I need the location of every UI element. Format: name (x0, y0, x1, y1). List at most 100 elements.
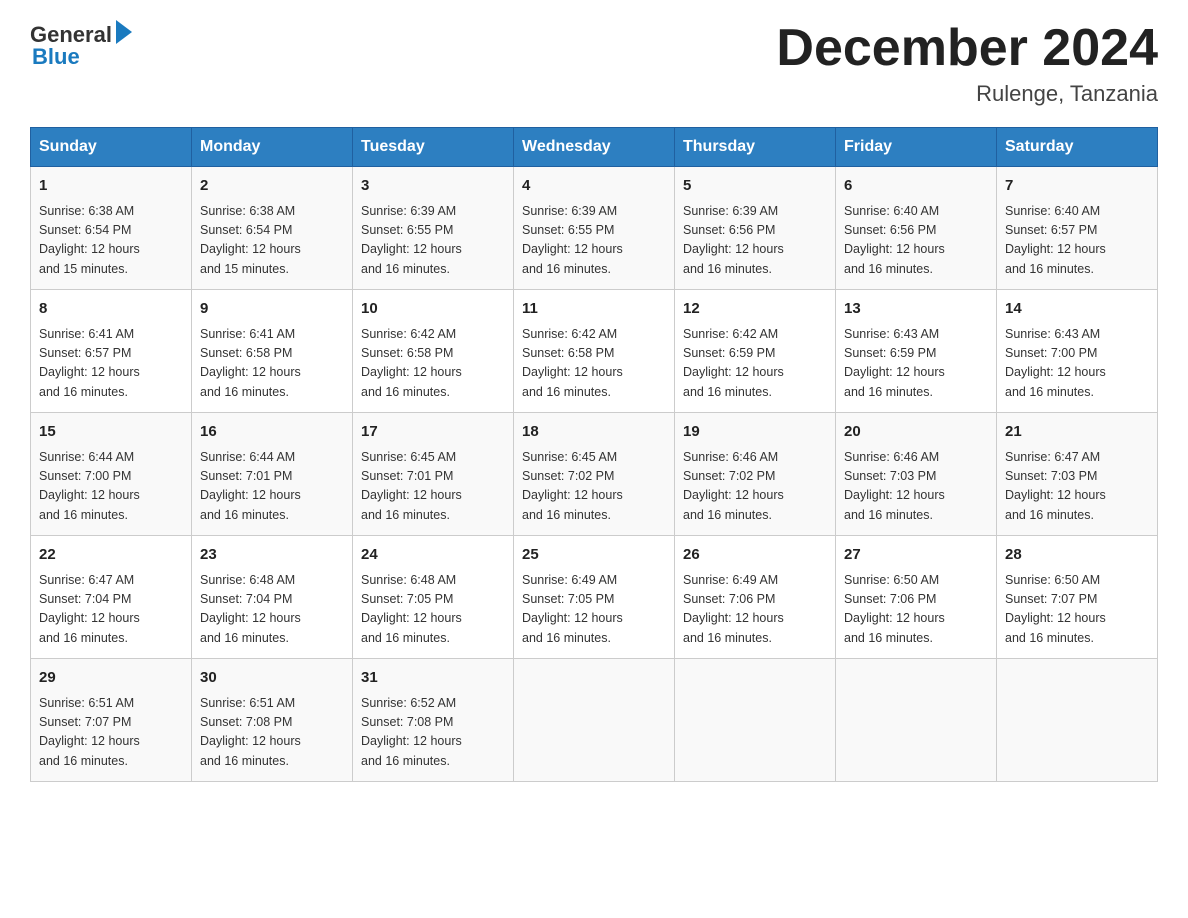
table-row: 6 Sunrise: 6:40 AMSunset: 6:56 PMDayligh… (836, 167, 997, 290)
table-row: 25 Sunrise: 6:49 AMSunset: 7:05 PMDaylig… (514, 536, 675, 659)
col-saturday: Saturday (997, 128, 1158, 167)
table-row (675, 659, 836, 782)
day-info: Sunrise: 6:40 AMSunset: 6:57 PMDaylight:… (1005, 204, 1106, 276)
day-info: Sunrise: 6:50 AMSunset: 7:06 PMDaylight:… (844, 573, 945, 645)
table-row: 3 Sunrise: 6:39 AMSunset: 6:55 PMDayligh… (353, 167, 514, 290)
day-number: 8 (39, 298, 183, 321)
logo-arrow-icon (116, 20, 132, 44)
table-row (514, 659, 675, 782)
calendar-week-row: 29 Sunrise: 6:51 AMSunset: 7:07 PMDaylig… (31, 659, 1158, 782)
logo-group: General Blue (30, 20, 132, 70)
day-number: 17 (361, 421, 505, 444)
day-info: Sunrise: 6:45 AMSunset: 7:02 PMDaylight:… (522, 450, 623, 522)
table-row: 1 Sunrise: 6:38 AMSunset: 6:54 PMDayligh… (31, 167, 192, 290)
table-row: 8 Sunrise: 6:41 AMSunset: 6:57 PMDayligh… (31, 290, 192, 413)
table-row: 17 Sunrise: 6:45 AMSunset: 7:01 PMDaylig… (353, 413, 514, 536)
calendar-header-row: Sunday Monday Tuesday Wednesday Thursday… (31, 128, 1158, 167)
day-info: Sunrise: 6:38 AMSunset: 6:54 PMDaylight:… (200, 204, 301, 276)
day-info: Sunrise: 6:45 AMSunset: 7:01 PMDaylight:… (361, 450, 462, 522)
col-wednesday: Wednesday (514, 128, 675, 167)
day-info: Sunrise: 6:49 AMSunset: 7:06 PMDaylight:… (683, 573, 784, 645)
page-header: General Blue December 2024 Rulenge, Tanz… (30, 20, 1158, 107)
day-number: 10 (361, 298, 505, 321)
table-row: 19 Sunrise: 6:46 AMSunset: 7:02 PMDaylig… (675, 413, 836, 536)
day-info: Sunrise: 6:49 AMSunset: 7:05 PMDaylight:… (522, 573, 623, 645)
day-number: 23 (200, 544, 344, 567)
calendar-table: Sunday Monday Tuesday Wednesday Thursday… (30, 127, 1158, 782)
day-info: Sunrise: 6:40 AMSunset: 6:56 PMDaylight:… (844, 204, 945, 276)
day-number: 29 (39, 667, 183, 690)
location-subtitle: Rulenge, Tanzania (776, 81, 1158, 107)
col-tuesday: Tuesday (353, 128, 514, 167)
table-row: 23 Sunrise: 6:48 AMSunset: 7:04 PMDaylig… (192, 536, 353, 659)
table-row: 4 Sunrise: 6:39 AMSunset: 6:55 PMDayligh… (514, 167, 675, 290)
table-row: 26 Sunrise: 6:49 AMSunset: 7:06 PMDaylig… (675, 536, 836, 659)
table-row (836, 659, 997, 782)
day-info: Sunrise: 6:42 AMSunset: 6:58 PMDaylight:… (361, 327, 462, 399)
table-row: 10 Sunrise: 6:42 AMSunset: 6:58 PMDaylig… (353, 290, 514, 413)
day-number: 5 (683, 175, 827, 198)
day-info: Sunrise: 6:41 AMSunset: 6:57 PMDaylight:… (39, 327, 140, 399)
table-row: 22 Sunrise: 6:47 AMSunset: 7:04 PMDaylig… (31, 536, 192, 659)
col-monday: Monday (192, 128, 353, 167)
logo: General Blue (30, 20, 132, 70)
day-number: 16 (200, 421, 344, 444)
table-row: 28 Sunrise: 6:50 AMSunset: 7:07 PMDaylig… (997, 536, 1158, 659)
day-number: 22 (39, 544, 183, 567)
day-number: 13 (844, 298, 988, 321)
table-row: 11 Sunrise: 6:42 AMSunset: 6:58 PMDaylig… (514, 290, 675, 413)
day-info: Sunrise: 6:38 AMSunset: 6:54 PMDaylight:… (39, 204, 140, 276)
table-row (997, 659, 1158, 782)
table-row: 16 Sunrise: 6:44 AMSunset: 7:01 PMDaylig… (192, 413, 353, 536)
day-info: Sunrise: 6:39 AMSunset: 6:55 PMDaylight:… (522, 204, 623, 276)
calendar-week-row: 15 Sunrise: 6:44 AMSunset: 7:00 PMDaylig… (31, 413, 1158, 536)
day-number: 9 (200, 298, 344, 321)
table-row: 9 Sunrise: 6:41 AMSunset: 6:58 PMDayligh… (192, 290, 353, 413)
day-number: 28 (1005, 544, 1149, 567)
day-number: 4 (522, 175, 666, 198)
table-row: 20 Sunrise: 6:46 AMSunset: 7:03 PMDaylig… (836, 413, 997, 536)
day-info: Sunrise: 6:51 AMSunset: 7:08 PMDaylight:… (200, 696, 301, 768)
day-number: 2 (200, 175, 344, 198)
day-number: 12 (683, 298, 827, 321)
calendar-week-row: 1 Sunrise: 6:38 AMSunset: 6:54 PMDayligh… (31, 167, 1158, 290)
table-row: 24 Sunrise: 6:48 AMSunset: 7:05 PMDaylig… (353, 536, 514, 659)
day-info: Sunrise: 6:42 AMSunset: 6:58 PMDaylight:… (522, 327, 623, 399)
day-info: Sunrise: 6:48 AMSunset: 7:04 PMDaylight:… (200, 573, 301, 645)
day-info: Sunrise: 6:51 AMSunset: 7:07 PMDaylight:… (39, 696, 140, 768)
calendar-title: December 2024 (776, 20, 1158, 77)
col-thursday: Thursday (675, 128, 836, 167)
day-info: Sunrise: 6:50 AMSunset: 7:07 PMDaylight:… (1005, 573, 1106, 645)
table-row: 14 Sunrise: 6:43 AMSunset: 7:00 PMDaylig… (997, 290, 1158, 413)
table-row: 12 Sunrise: 6:42 AMSunset: 6:59 PMDaylig… (675, 290, 836, 413)
day-number: 25 (522, 544, 666, 567)
table-row: 31 Sunrise: 6:52 AMSunset: 7:08 PMDaylig… (353, 659, 514, 782)
day-info: Sunrise: 6:41 AMSunset: 6:58 PMDaylight:… (200, 327, 301, 399)
day-info: Sunrise: 6:44 AMSunset: 7:00 PMDaylight:… (39, 450, 140, 522)
day-number: 21 (1005, 421, 1149, 444)
day-number: 15 (39, 421, 183, 444)
day-number: 24 (361, 544, 505, 567)
col-sunday: Sunday (31, 128, 192, 167)
title-section: December 2024 Rulenge, Tanzania (776, 20, 1158, 107)
table-row: 2 Sunrise: 6:38 AMSunset: 6:54 PMDayligh… (192, 167, 353, 290)
table-row: 29 Sunrise: 6:51 AMSunset: 7:07 PMDaylig… (31, 659, 192, 782)
day-info: Sunrise: 6:48 AMSunset: 7:05 PMDaylight:… (361, 573, 462, 645)
logo-blue-text: Blue (32, 44, 132, 70)
day-info: Sunrise: 6:46 AMSunset: 7:02 PMDaylight:… (683, 450, 784, 522)
day-number: 11 (522, 298, 666, 321)
day-number: 1 (39, 175, 183, 198)
day-info: Sunrise: 6:43 AMSunset: 7:00 PMDaylight:… (1005, 327, 1106, 399)
calendar-week-row: 22 Sunrise: 6:47 AMSunset: 7:04 PMDaylig… (31, 536, 1158, 659)
day-info: Sunrise: 6:52 AMSunset: 7:08 PMDaylight:… (361, 696, 462, 768)
day-number: 18 (522, 421, 666, 444)
table-row: 5 Sunrise: 6:39 AMSunset: 6:56 PMDayligh… (675, 167, 836, 290)
day-info: Sunrise: 6:39 AMSunset: 6:56 PMDaylight:… (683, 204, 784, 276)
day-info: Sunrise: 6:43 AMSunset: 6:59 PMDaylight:… (844, 327, 945, 399)
day-number: 27 (844, 544, 988, 567)
col-friday: Friday (836, 128, 997, 167)
day-info: Sunrise: 6:47 AMSunset: 7:04 PMDaylight:… (39, 573, 140, 645)
day-number: 30 (200, 667, 344, 690)
table-row: 15 Sunrise: 6:44 AMSunset: 7:00 PMDaylig… (31, 413, 192, 536)
table-row: 27 Sunrise: 6:50 AMSunset: 7:06 PMDaylig… (836, 536, 997, 659)
